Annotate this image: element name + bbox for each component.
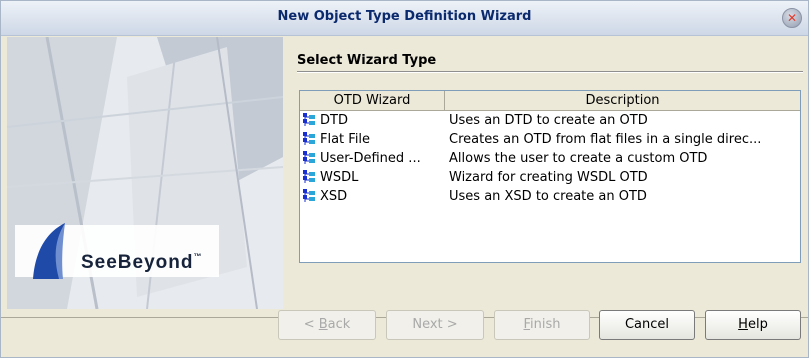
wizard-name: DTD (320, 113, 348, 128)
wizard-name: User-Defined ... (320, 151, 421, 166)
table-header: OTD Wizard Description (300, 91, 800, 111)
cancel-button-label: Cancel (624, 317, 670, 332)
side-banner: SeeBeyond™ (7, 37, 283, 309)
table-row[interactable]: User-Defined ... Allows the user to crea… (300, 149, 800, 168)
wizard-description: Uses an DTD to create an OTD (449, 113, 648, 128)
back-button-prefix: < (303, 317, 319, 332)
close-icon: ✕ (786, 11, 798, 25)
seebeyond-logo-icon (33, 223, 65, 279)
back-button-mnemonic: B (318, 317, 328, 332)
logo-wordmark: SeeBeyond™ (81, 252, 202, 274)
title-bar[interactable]: New Object Type Definition Wizard ✕ (1, 1, 808, 36)
cancel-button[interactable]: Cancel (599, 310, 695, 340)
back-button-label: ack (327, 317, 351, 332)
back-button[interactable]: < Back (278, 310, 376, 340)
window-title: New Object Type Definition Wizard (277, 9, 532, 24)
wizard-window: New Object Type Definition Wizard ✕ SeeB… (0, 0, 809, 358)
column-header-otd-wizard[interactable]: OTD Wizard (300, 91, 445, 110)
table-row[interactable]: XSD Uses an XSD to create an OTD (300, 187, 800, 206)
wizard-description: Uses an XSD to create an OTD (449, 189, 647, 204)
otd-wizard-icon (303, 189, 315, 202)
wizard-name: WSDL (320, 170, 359, 185)
help-button-mnemonic: H (738, 317, 748, 332)
help-button-label: elp (747, 317, 768, 332)
close-button[interactable]: ✕ (782, 8, 802, 28)
otd-wizard-icon (303, 113, 315, 126)
otd-wizard-icon (303, 170, 315, 183)
wizard-table[interactable]: OTD Wizard Description DTD Uses an DTD t… (299, 90, 801, 263)
logo-trademark: ™ (193, 252, 203, 261)
finish-button-label: inish (530, 317, 561, 332)
otd-wizard-icon (303, 132, 315, 145)
table-row[interactable]: DTD Uses an DTD to create an OTD (300, 111, 800, 130)
table-row[interactable]: WSDL Wizard for creating WSDL OTD (300, 168, 800, 187)
wizard-description: Creates an OTD from flat files in a sing… (449, 132, 762, 147)
column-header-description[interactable]: Description (445, 91, 800, 110)
heading-divider (297, 71, 803, 73)
table-row[interactable]: Flat File Creates an OTD from flat files… (300, 130, 800, 149)
otd-wizard-icon (303, 151, 315, 164)
wizard-description: Allows the user to create a custom OTD (449, 151, 708, 166)
wizard-description: Wizard for creating WSDL OTD (449, 170, 648, 185)
next-button-label: Next > (412, 317, 458, 332)
logo-text: SeeBeyond (81, 252, 194, 273)
section-heading: Select Wizard Type (297, 53, 437, 68)
next-button[interactable]: Next > (386, 310, 484, 340)
finish-button[interactable]: Finish (494, 310, 590, 340)
wizard-name: Flat File (320, 132, 371, 147)
wizard-name: XSD (320, 189, 348, 204)
help-button[interactable]: Help (705, 310, 801, 340)
